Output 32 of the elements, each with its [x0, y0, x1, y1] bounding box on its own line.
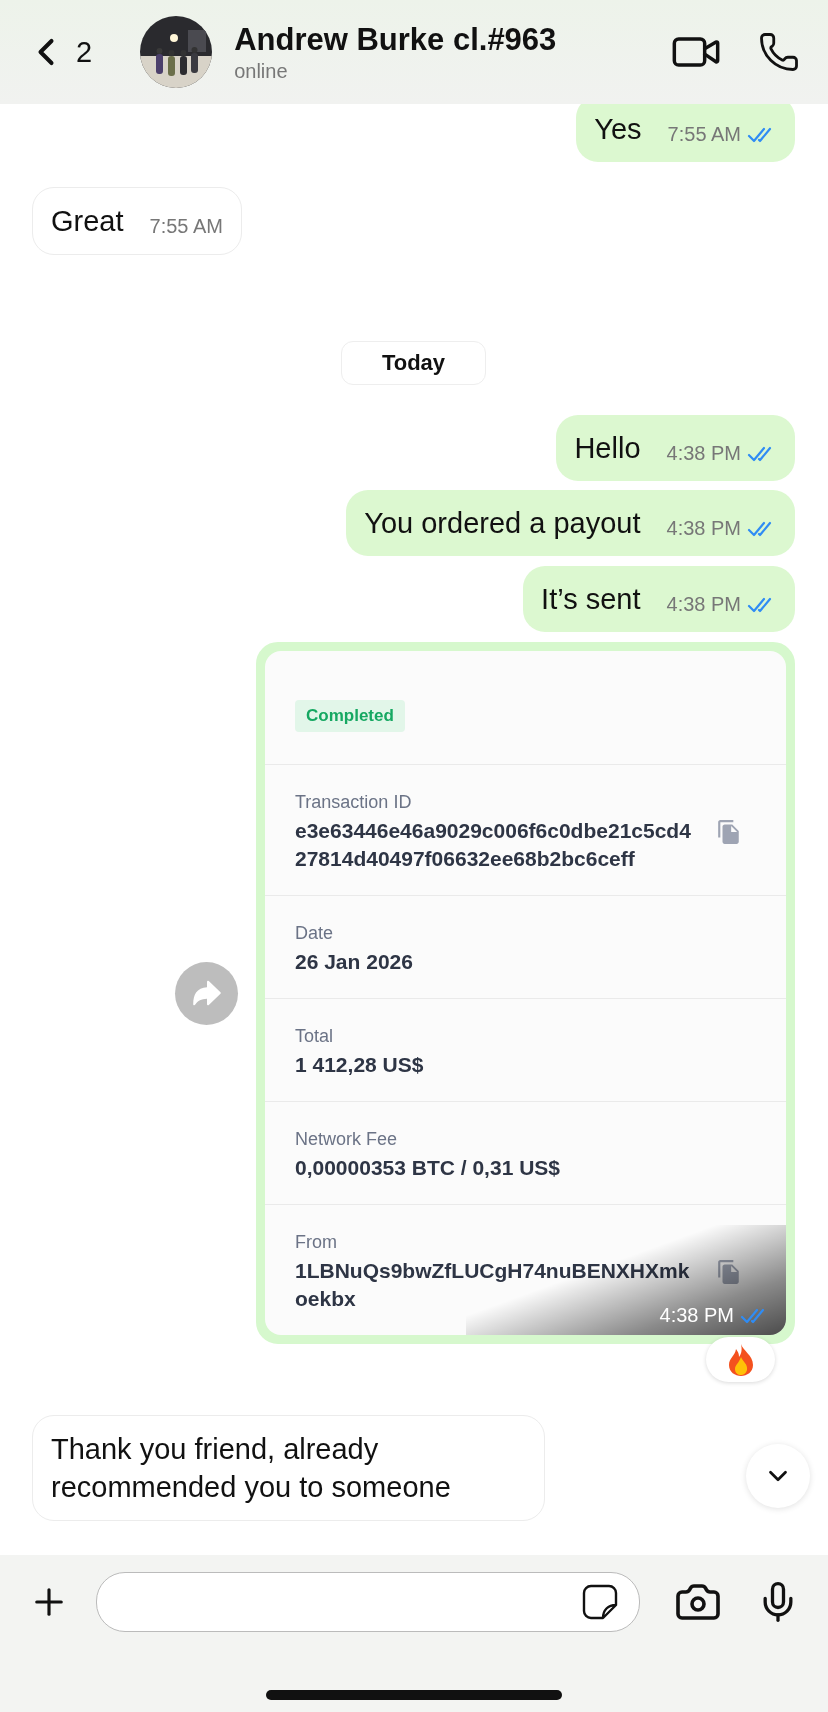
message-text: Thank you friend, already recommended you to someone: [51, 1432, 452, 1505]
message-time: 4:38 PM: [666, 593, 741, 616]
message-text: It’s sent: [541, 582, 641, 617]
back-button[interactable]: 2: [24, 30, 93, 74]
message-time: 7:55 AM: [149, 215, 223, 238]
message-text: Hello: [574, 431, 641, 466]
field-label: Total: [295, 1025, 335, 1047]
message-input[interactable]: [96, 1572, 640, 1632]
message-text: Great: [51, 204, 124, 239]
status-badge: Completed: [295, 700, 405, 732]
sticker-icon[interactable]: [581, 1583, 619, 1621]
date-separator: Today: [340, 341, 487, 385]
reaction-chip[interactable]: [706, 1337, 775, 1382]
field-value: 0,00000353 BTC / 0,31 US$: [295, 1155, 561, 1181]
field-value: e3e63446e46a9029c006f6c0dbe21c5cd427814d40497f06632ee68b2bc6ceff: [295, 818, 692, 872]
message-time: 4:38 PM: [666, 517, 741, 540]
message-text: You ordered a payout: [364, 506, 641, 541]
field-value: 1 412,28 US$: [295, 1052, 425, 1078]
message-time: 4:38 PM: [666, 442, 741, 465]
message-time: 7:55 AM: [667, 123, 741, 146]
contact-name: Andrew Burke cl.#963: [234, 21, 558, 58]
message-text: Yes: [594, 112, 642, 147]
copy-icon[interactable]: [716, 1259, 742, 1285]
field-label: Date: [295, 922, 335, 944]
contact-status: online: [234, 59, 289, 83]
message-time: 4:38 PM: [659, 1304, 734, 1327]
field-label: Network Fee: [295, 1128, 399, 1150]
field-label: From: [295, 1231, 338, 1253]
field-value: 26 Jan 2026: [295, 949, 414, 975]
flame-icon: [726, 1342, 755, 1377]
phone-icon[interactable]: [758, 31, 800, 73]
field-label: Transaction ID: [295, 791, 413, 813]
